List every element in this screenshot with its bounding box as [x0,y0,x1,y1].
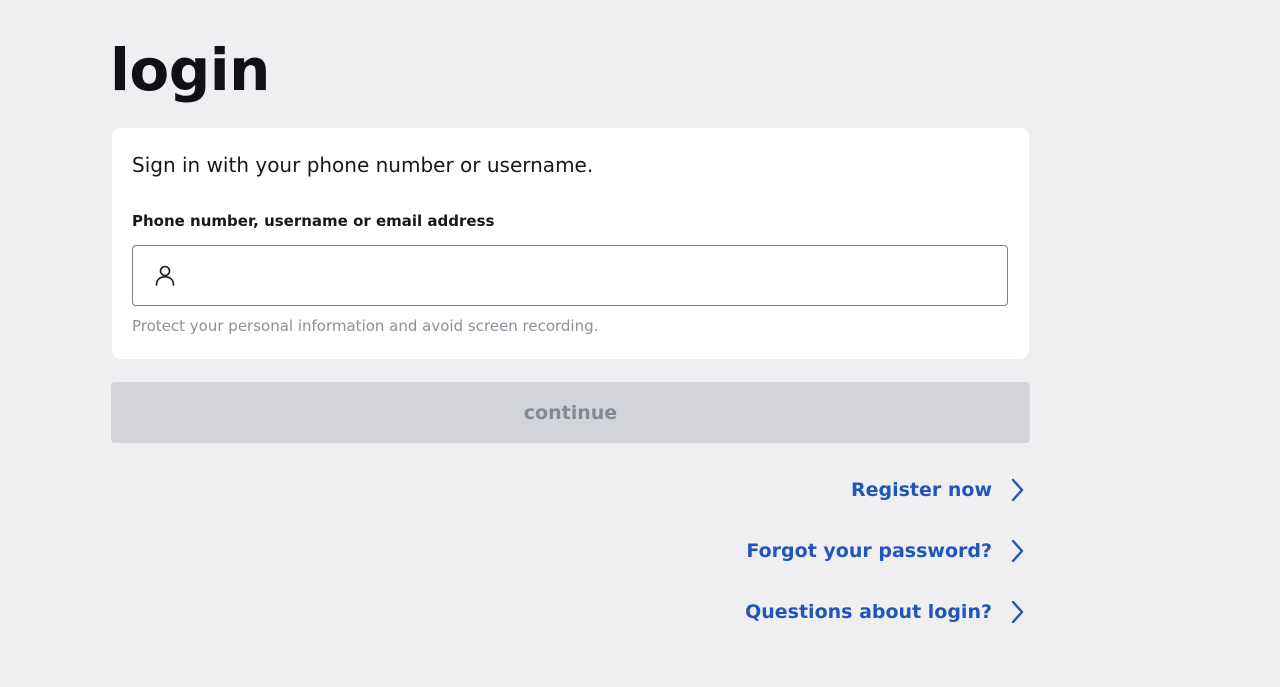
chevron-right-icon [1011,539,1024,563]
card-intro-text: Sign in with your phone number or userna… [132,153,594,177]
login-card: Sign in with your phone number or userna… [112,128,1029,359]
identifier-input[interactable] [193,246,993,304]
chevron-right-icon [1011,478,1024,502]
privacy-hint: Protect your personal information and av… [132,317,599,335]
user-icon [155,265,175,286]
register-now-link[interactable]: Register now [851,476,1025,504]
register-now-label: Register now [850,479,992,501]
identifier-input-box[interactable] [132,245,1008,306]
continue-button[interactable]: continue [111,382,1030,443]
page-title: login [110,36,270,104]
forgot-password-label: Forgot your password? [746,540,992,562]
login-questions-label: Questions about login? [745,601,992,623]
forgot-password-link[interactable]: Forgot your password? [746,537,1025,565]
chevron-right-icon [1011,600,1024,624]
login-questions-link[interactable]: Questions about login? [745,598,1025,626]
identifier-field-label: Phone number, username or email address [132,212,495,230]
